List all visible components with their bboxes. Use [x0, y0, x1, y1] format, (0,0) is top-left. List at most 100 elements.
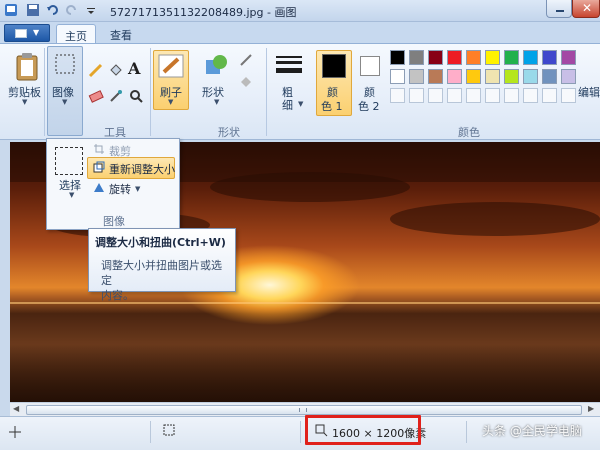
custom-color-swatch[interactable] [428, 88, 443, 103]
custom-color-swatch[interactable] [504, 88, 519, 103]
size-line-thick [276, 68, 302, 73]
custom-color-swatch[interactable] [466, 88, 481, 103]
tooltip-body-line1: 调整大小并扭曲图片或选定 [101, 259, 222, 287]
brush-icon [158, 54, 184, 78]
palette-swatch[interactable] [504, 50, 519, 65]
palette-swatch[interactable] [466, 50, 481, 65]
image-select-icon [55, 54, 75, 74]
status-divider [150, 421, 151, 443]
scroll-left-icon[interactable]: ◀ [13, 404, 19, 413]
palette-swatch[interactable] [409, 69, 424, 84]
tab-home[interactable]: 主页 [56, 24, 96, 44]
scroll-right-icon[interactable]: ▶ [588, 404, 594, 413]
undo-icon[interactable] [46, 3, 60, 17]
tab-view[interactable]: 查看 [102, 24, 140, 44]
color2-swatch[interactable] [360, 56, 380, 76]
chevron-down-icon: ▼ [22, 98, 28, 106]
shapes-icon[interactable] [204, 52, 230, 80]
shapes-button-label: 形状 [202, 86, 224, 99]
color2-label-line2[interactable]: 色 2 [358, 98, 380, 114]
chevron-down-icon: ▼ [214, 98, 220, 106]
watermark: 头条 @全民学电脑 [482, 424, 582, 438]
rotate-icon [94, 183, 104, 192]
custom-color-swatch[interactable] [447, 88, 462, 103]
eraser-icon[interactable] [88, 88, 104, 104]
shapes-group-label: 形状 [218, 126, 240, 139]
status-divider [466, 421, 467, 443]
tooltip-title: 调整大小和扭曲(Ctrl+W) [95, 236, 226, 249]
custom-color-swatch[interactable] [390, 88, 405, 103]
outline-icon[interactable] [238, 52, 254, 68]
paint-menu-button[interactable]: ▼ [4, 24, 50, 42]
text-tool-icon[interactable]: A [128, 59, 140, 78]
redo-icon[interactable] [64, 3, 78, 17]
custom-color-swatch[interactable] [485, 88, 500, 103]
horizon-line [10, 302, 600, 304]
chevron-down-icon: ▼ [135, 185, 141, 193]
fill-icon[interactable] [238, 74, 254, 90]
palette-swatch[interactable] [504, 69, 519, 84]
image-group-label: 图像 [103, 215, 125, 228]
menu-doc-icon [15, 29, 27, 38]
window-title: 5727171351132208489.jpg - 画图 [110, 6, 297, 19]
pencil-icon[interactable] [88, 62, 104, 78]
scrollbar-thumb[interactable] [26, 405, 582, 415]
palette-swatch[interactable] [485, 69, 500, 84]
quick-access-dropdown-icon[interactable] [84, 3, 98, 17]
crop-icon [94, 144, 104, 154]
color-picker-icon[interactable] [108, 88, 124, 104]
palette-swatch[interactable] [466, 69, 481, 84]
save-icon[interactable] [26, 3, 40, 17]
color1-swatch [322, 54, 346, 78]
palette-swatch[interactable] [409, 50, 424, 65]
custom-color-swatch[interactable] [523, 88, 538, 103]
palette-swatch[interactable] [390, 50, 405, 65]
chevron-down-icon: ▼ [33, 28, 40, 37]
color1-label-line2: 色 1 [321, 100, 343, 113]
palette-swatch[interactable] [390, 69, 405, 84]
ribbon-home: 剪贴板 ▼ 图像 ▼ A 工具 刷子 ▼ 形状 ▼ 形状 粗 细 ▼ 颜 色 1… [0, 43, 600, 140]
chevron-down-icon: ▼ [298, 100, 304, 108]
palette-swatch[interactable] [542, 50, 557, 65]
palette-swatch[interactable] [447, 69, 462, 84]
image-dropdown-menu: 选择 ▼ 裁剪 重新调整大小 旋转 ▼ 图像 [46, 138, 180, 230]
palette-swatch[interactable] [561, 50, 576, 65]
palette-swatch[interactable] [447, 50, 462, 65]
group-separator [150, 48, 151, 136]
size-label-line2[interactable]: 细 [282, 97, 293, 113]
rotate-menu-item[interactable]: 旋转 [109, 181, 131, 197]
fill-bucket-icon[interactable] [108, 62, 124, 78]
paint-app-icon[interactable] [4, 3, 18, 17]
minimize-button[interactable] [546, 0, 572, 18]
custom-color-swatch[interactable] [542, 88, 557, 103]
ribbon-tab-strip: ▼ 主页 查看 [0, 22, 600, 44]
clipboard-icon[interactable] [14, 52, 40, 82]
tab-view-label: 查看 [110, 29, 132, 42]
close-icon: ✕ [582, 1, 593, 15]
horizontal-scrollbar[interactable]: ◀ ▶ [10, 402, 600, 416]
size-line-medium [276, 61, 302, 64]
palette-swatch[interactable] [561, 69, 576, 84]
size-line-thin [276, 56, 302, 58]
cursor-position-icon [9, 426, 21, 438]
palette-swatch[interactable] [523, 50, 538, 65]
grip-icon [299, 408, 307, 412]
resize-icon [93, 161, 105, 173]
tooltip-body-line2: 内容。 [101, 289, 134, 302]
dimensions-highlight-box [305, 415, 421, 445]
select-icon[interactable] [55, 147, 83, 175]
custom-color-swatch[interactable] [561, 88, 576, 103]
palette-swatch[interactable] [428, 69, 443, 84]
chevron-down-icon: ▼ [69, 191, 75, 199]
palette-swatch[interactable] [523, 69, 538, 84]
palette-swatch[interactable] [428, 50, 443, 65]
cloud [210, 172, 410, 202]
palette-swatch[interactable] [542, 69, 557, 84]
close-button[interactable]: ✕ [572, 0, 600, 18]
selection-size-icon [163, 424, 175, 436]
custom-color-swatch[interactable] [409, 88, 424, 103]
magnifier-icon[interactable] [128, 88, 144, 104]
cloud [390, 202, 600, 236]
palette-swatch[interactable] [485, 50, 500, 65]
edit-colors-label[interactable]: 编辑 [578, 84, 600, 100]
